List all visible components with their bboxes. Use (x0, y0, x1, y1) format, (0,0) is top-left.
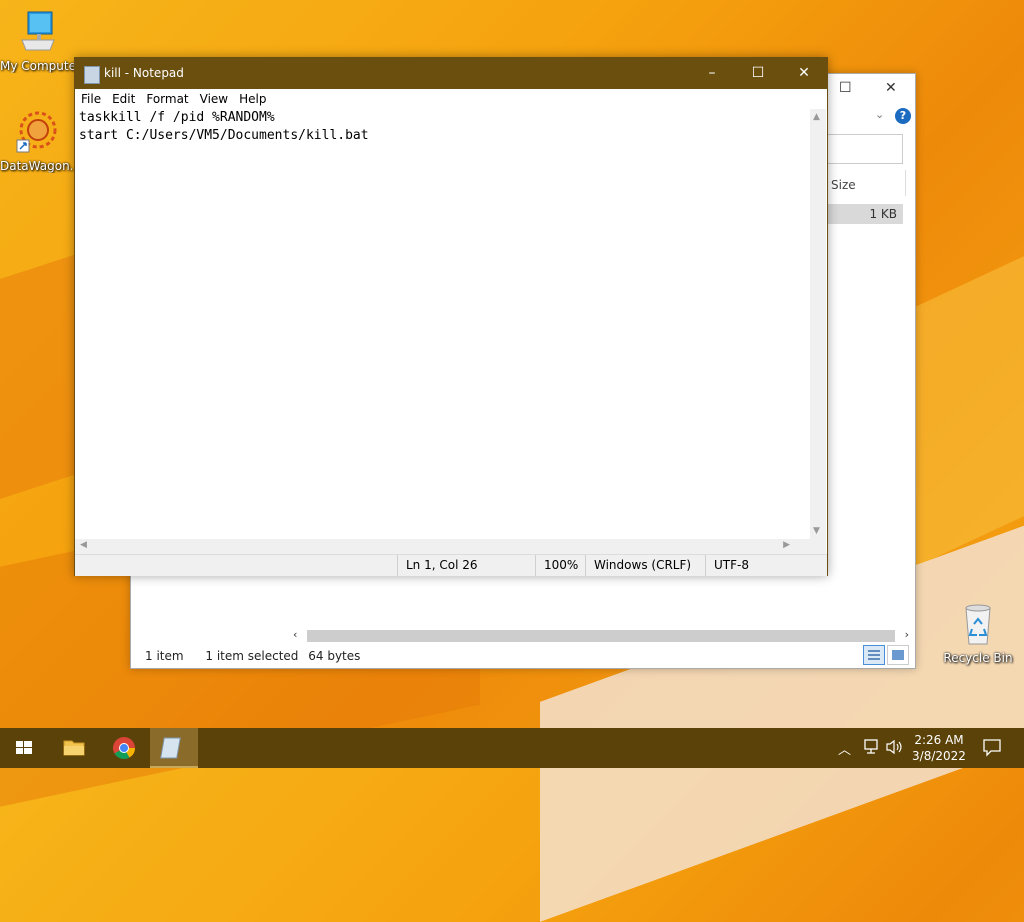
taskbar-file-explorer[interactable] (50, 728, 98, 768)
chevron-down-icon[interactable]: ⌄ (875, 108, 884, 121)
windows-logo-icon (16, 741, 32, 754)
resize-grip[interactable] (810, 539, 826, 554)
close-icon[interactable]: ✕ (885, 80, 897, 96)
taskbar: ︿ 2:26 AM 3/8/2022 (0, 728, 1024, 768)
vertical-scrollbar[interactable]: ▲ ▼ (810, 109, 826, 539)
window-title: kill - Notepad (104, 66, 184, 80)
computer-icon (0, 8, 76, 57)
line-ending: Windows (CRLF) (585, 555, 704, 576)
scroll-right-icon[interactable]: › (905, 628, 909, 641)
minimize-button[interactable]: – (689, 58, 735, 89)
item-count: 1 item (145, 649, 184, 663)
maximize-icon[interactable]: ☐ (839, 80, 852, 96)
file-row[interactable]: 1 KB (827, 204, 903, 224)
desktop-icon-recycle-bin[interactable]: Recycle Bin (940, 602, 1016, 665)
desktop-icon-datawagon[interactable]: DataWagon... (0, 106, 76, 173)
notepad-window[interactable]: kill - Notepad – ☐ ✕ File Edit Format View H… (74, 57, 828, 576)
desktop-icon-label: My Computer (0, 59, 76, 73)
start-button[interactable] (0, 728, 48, 768)
menu-help[interactable]: Help (233, 89, 271, 106)
menu-view[interactable]: View (194, 89, 233, 106)
details-view-button[interactable] (863, 645, 885, 665)
selection-size: 64 bytes (308, 649, 361, 663)
zoom-level: 100% (535, 555, 582, 576)
encoding: UTF-8 (705, 555, 814, 576)
chrome-icon (113, 737, 135, 759)
scroll-left-icon[interactable]: ‹ (293, 628, 297, 641)
large-icons-view-button[interactable] (887, 645, 909, 665)
text-editor-area[interactable]: taskkill /f /pid %RANDOM% start C:/Users… (75, 109, 809, 539)
close-button[interactable]: ✕ (781, 58, 827, 89)
menu-file[interactable]: File (75, 89, 106, 106)
recycle-bin-icon (958, 602, 998, 651)
scrollbar-thumb[interactable] (307, 630, 895, 642)
menu-bar: File Edit Format View Help (75, 89, 827, 109)
desktop-icon-my-computer[interactable]: My Computer (0, 8, 76, 73)
desktop-icon-label: DataWagon... (0, 159, 76, 173)
help-icon[interactable]: ? (895, 108, 911, 124)
horizontal-scrollbar[interactable]: ◀ ▶ (75, 539, 810, 554)
taskbar-chrome[interactable] (100, 728, 148, 768)
notifications-icon[interactable] (982, 737, 1002, 777)
search-input[interactable] (827, 134, 903, 164)
notepad-icon (84, 66, 100, 84)
cursor-position: Ln 1, Col 26 (397, 555, 532, 576)
selection-count: 1 item selected (205, 649, 299, 663)
taskbar-notepad[interactable] (150, 728, 198, 768)
notepad-icon (160, 737, 181, 759)
title-bar[interactable]: kill - Notepad – ☐ ✕ (75, 58, 827, 89)
clock-date: 3/8/2022 (912, 749, 966, 763)
menu-format[interactable]: Format (140, 89, 193, 106)
column-header-size[interactable]: Size (831, 178, 856, 192)
column-divider (905, 170, 906, 196)
chevron-up-icon[interactable]: ︿ (838, 739, 851, 779)
clock-time: 2:26 AM (914, 733, 964, 747)
scroll-up-icon[interactable]: ▲ (813, 112, 820, 122)
system-clock[interactable]: 2:26 AM 3/8/2022 (904, 732, 974, 764)
volume-icon[interactable] (884, 736, 904, 776)
datawagon-icon (0, 106, 76, 157)
horizontal-scrollbar[interactable]: ‹ › (291, 628, 911, 644)
maximize-button[interactable]: ☐ (735, 58, 781, 89)
file-size: 1 KB (869, 207, 897, 221)
status-bar: Ln 1, Col 26 100% Windows (CRLF) UTF-8 (75, 554, 827, 576)
scroll-left-icon[interactable]: ◀ (80, 540, 87, 550)
desktop-icon-label: Recycle Bin (943, 651, 1013, 665)
scroll-down-icon[interactable]: ▼ (813, 526, 820, 536)
network-icon[interactable] (862, 736, 882, 776)
folder-icon (63, 740, 85, 756)
menu-edit[interactable]: Edit (106, 89, 140, 106)
scroll-right-icon[interactable]: ▶ (783, 540, 790, 550)
status-bar: 1 item 1 item selected 64 bytes (145, 649, 378, 663)
